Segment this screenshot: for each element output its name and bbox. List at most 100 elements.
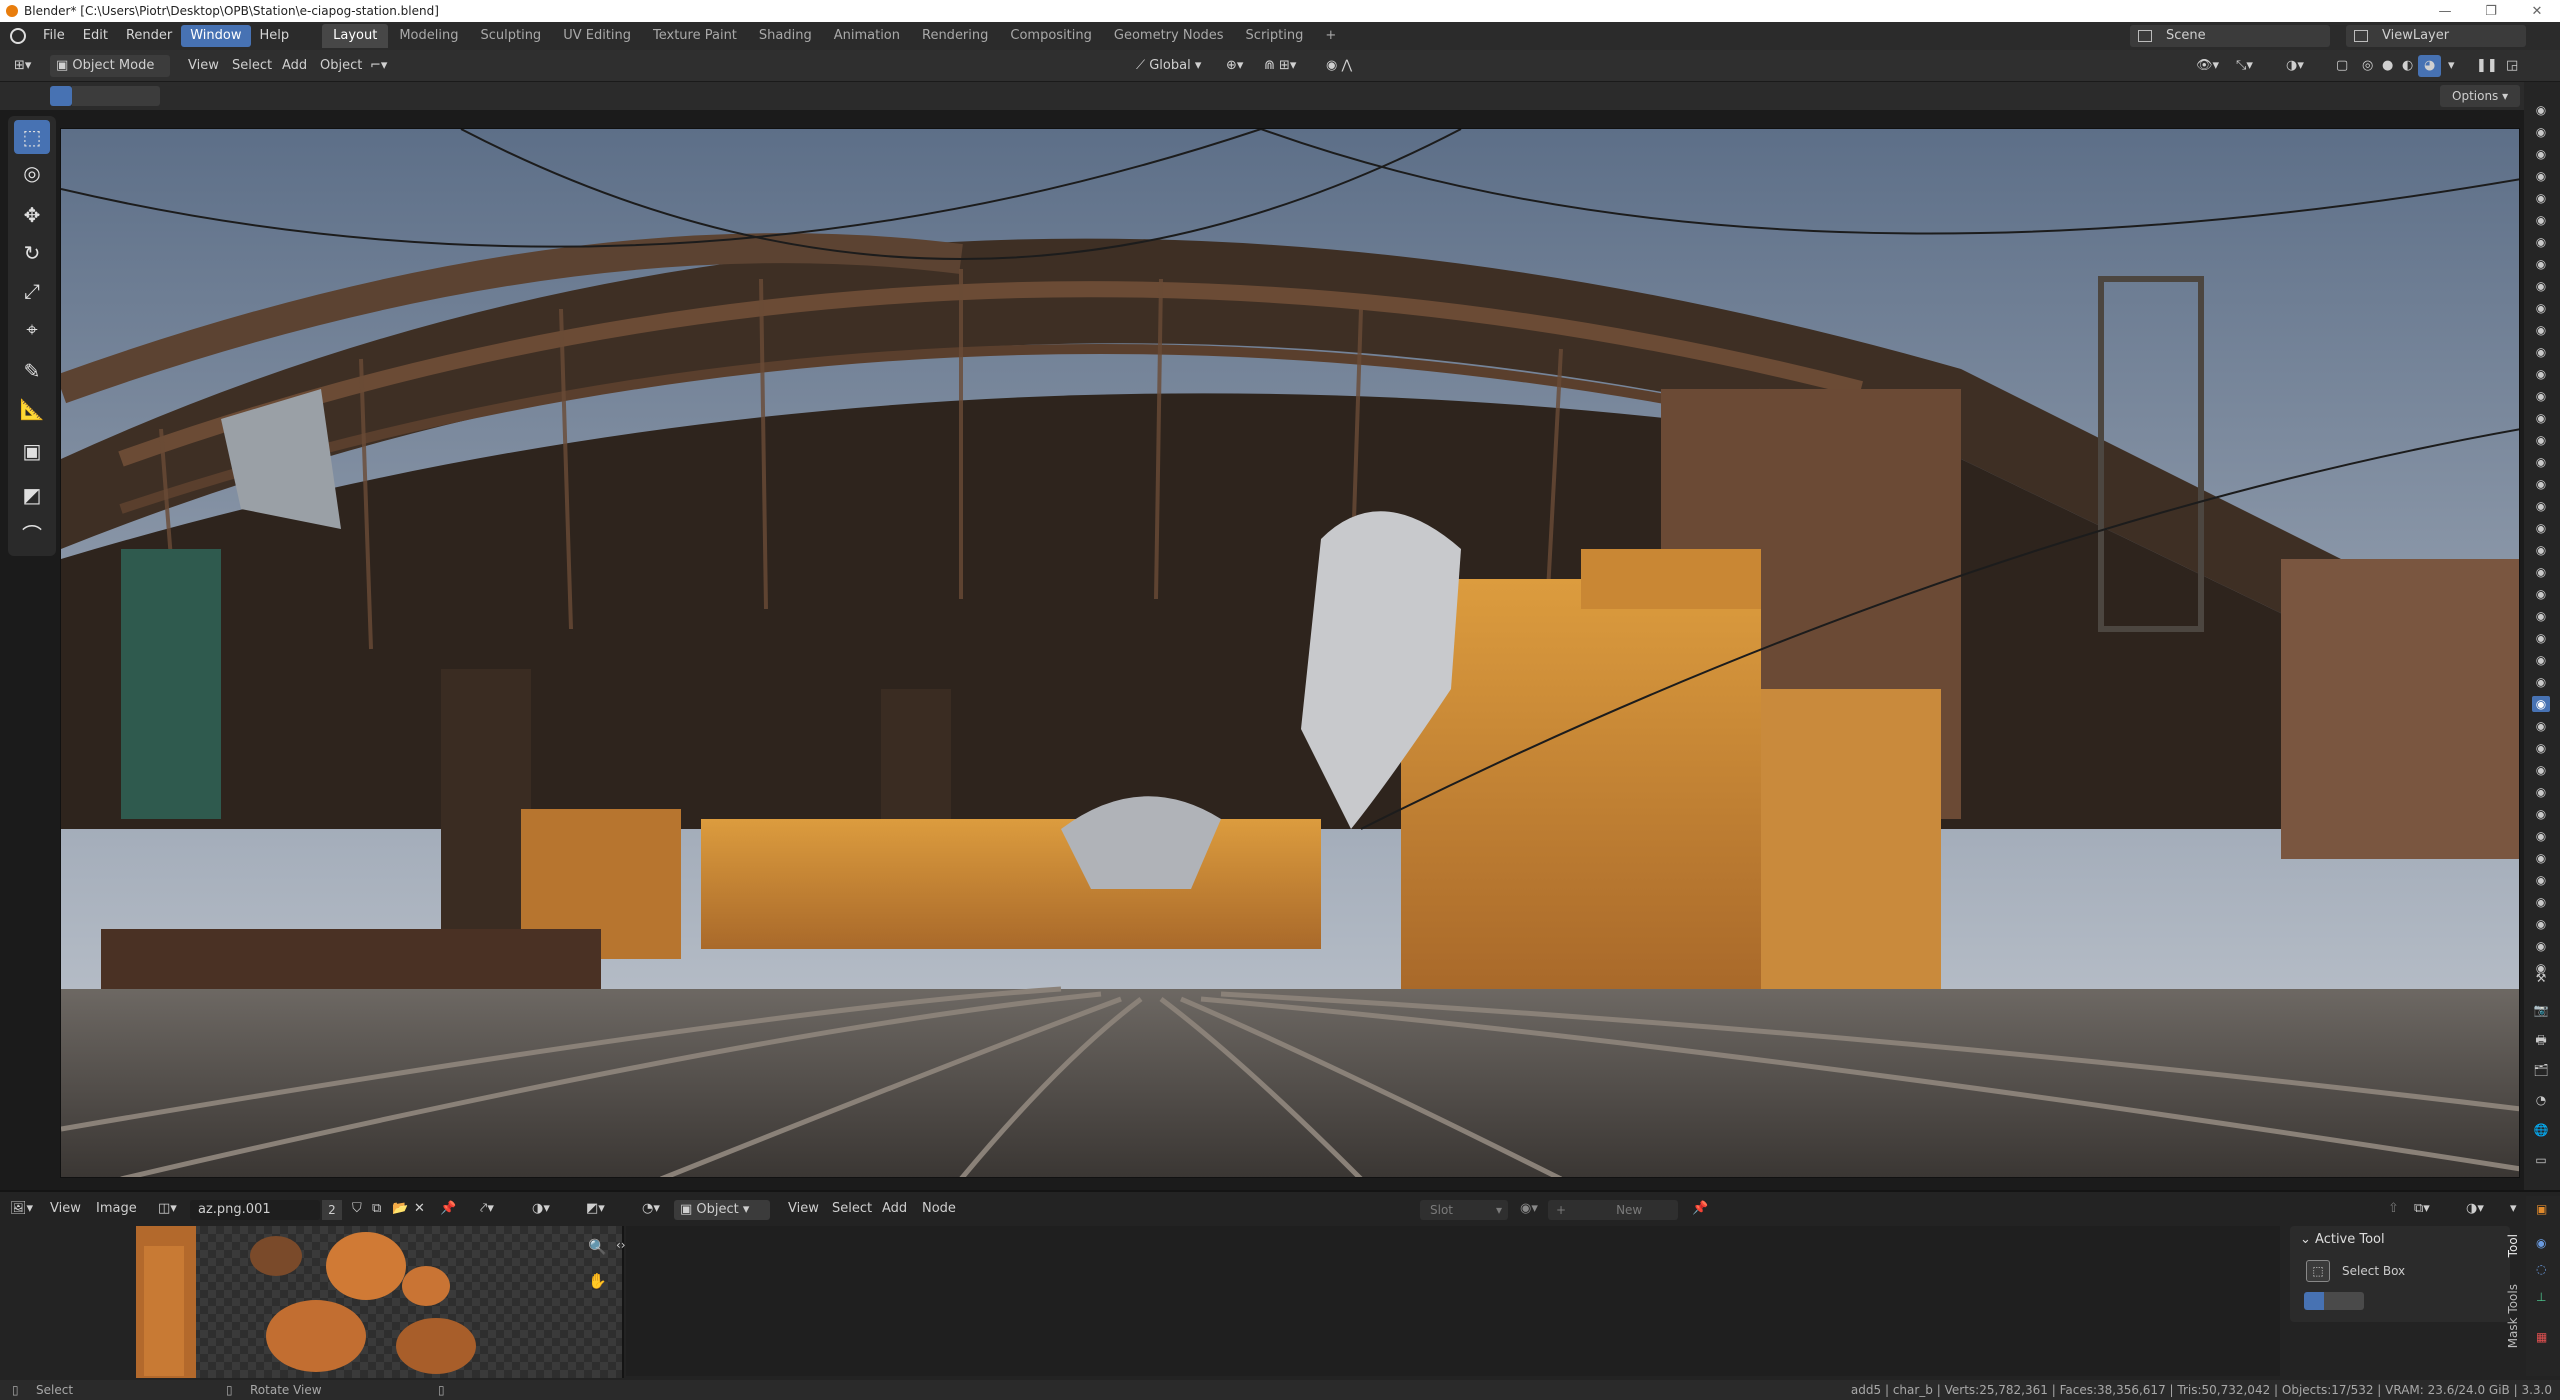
tool-mode-extend-icon[interactable] — [2324, 1292, 2344, 1310]
camera-toggle-icon[interactable]: ◉ — [2532, 806, 2550, 822]
node-node-menu[interactable]: Node — [916, 1196, 962, 1222]
tab-scripting[interactable]: Scripting — [1235, 24, 1315, 48]
tab-uv-editing[interactable]: UV Editing — [552, 24, 642, 48]
new-image-icon[interactable]: ⧉ — [366, 1196, 387, 1222]
camera-toggle-icon[interactable]: ◉ — [2532, 300, 2550, 316]
camera-toggle-icon[interactable]: ◉ — [2532, 234, 2550, 250]
add-cube-tool-icon[interactable]: ▣ — [14, 434, 50, 468]
node-overlay-icon[interactable]: ◑▾ — [2460, 1196, 2490, 1222]
select-menu[interactable]: Select — [226, 55, 278, 77]
camera-toggle-icon[interactable]: ◉ — [2532, 410, 2550, 426]
image-name-field[interactable]: az.png.001 — [190, 1200, 320, 1220]
pivot-icon[interactable]: ⊕▾ — [1220, 55, 1249, 77]
uv-sync-icon[interactable]: ⤤▾ — [474, 1196, 500, 1222]
camera-toggle-icon[interactable]: ◉ — [2532, 388, 2550, 404]
camera-toggle-icon[interactable]: ◉ — [2532, 278, 2550, 294]
tab-animation[interactable]: Animation — [823, 24, 911, 48]
render-tab-icon[interactable]: 📷 — [2532, 1002, 2550, 1018]
tab-rendering[interactable]: Rendering — [911, 24, 999, 48]
tab-geometry-nodes[interactable]: Geometry Nodes — [1103, 24, 1235, 48]
blender-menu-icon[interactable] — [10, 28, 26, 44]
node-object-dropdown[interactable]: ▣ Object ▾ — [674, 1200, 770, 1220]
add-workspace-icon[interactable]: + — [1314, 24, 1347, 48]
node-pin-icon[interactable]: 📌 — [1686, 1196, 1714, 1222]
camera-toggle-icon[interactable]: ◉ — [2532, 762, 2550, 778]
zoom-icon[interactable]: 🔍 — [588, 1238, 607, 1256]
scene-selector[interactable]: Scene — [2130, 25, 2330, 47]
camera-toggle-icon[interactable]: ◉ — [2532, 784, 2550, 800]
shading-rendered-icon[interactable]: ◕ — [2418, 55, 2442, 77]
transform-tool-icon[interactable]: ⌖ — [14, 312, 50, 346]
move-tool-icon[interactable]: ✥ — [14, 198, 50, 232]
xray-icon[interactable]: ▢ — [2330, 55, 2354, 77]
tools-tab-icon[interactable]: ⚒ — [2532, 970, 2550, 986]
image-image-menu[interactable]: Image — [90, 1196, 143, 1222]
fake-user-icon[interactable]: ⛉ — [346, 1196, 368, 1222]
image-canvas[interactable] — [136, 1226, 622, 1378]
select-mode-intersect-icon[interactable] — [138, 86, 160, 106]
gizmo-icon[interactable]: ⤡▾ — [2230, 55, 2259, 77]
scene-tab-icon[interactable]: ◔ — [2532, 1092, 2550, 1108]
unlink-image-icon[interactable]: ✕ — [408, 1196, 431, 1222]
orientation-dropdown[interactable]: ⟋ Global ▾ — [1130, 55, 1216, 77]
material-browse-icon[interactable]: ◉▾ — [1514, 1196, 1544, 1222]
camera-toggle-icon[interactable]: ◉ — [2532, 652, 2550, 668]
camera-toggle-icon[interactable]: ◉ — [2532, 916, 2550, 932]
measure-tool-icon[interactable]: 📐 — [14, 392, 50, 426]
region-toggle-icon[interactable]: ◲ — [2500, 55, 2524, 77]
curve-tool-icon[interactable]: ⌒ — [14, 516, 50, 550]
minimize-icon[interactable]: — — [2422, 0, 2468, 22]
select-mode-set-icon[interactable] — [50, 86, 72, 106]
shading-options-icon[interactable]: ▾ — [2442, 55, 2461, 77]
image-overlay-icon[interactable]: ◑▾ — [526, 1196, 556, 1222]
menu-edit[interactable]: Edit — [74, 25, 117, 47]
view-menu[interactable]: View — [182, 55, 225, 77]
add-menu[interactable]: Add — [276, 55, 313, 77]
select-mode-extend-icon[interactable] — [72, 86, 94, 106]
view-layer-selector[interactable]: ViewLayer — [2346, 25, 2526, 47]
camera-toggle-icon[interactable]: ◉ — [2532, 168, 2550, 184]
pause-render-icon[interactable]: ❚❚ — [2470, 55, 2504, 77]
gizmo-dropdown-icon[interactable]: ⌐▾ — [364, 55, 393, 77]
tab-compositing[interactable]: Compositing — [999, 24, 1103, 48]
camera-toggle-icon[interactable]: ◉ — [2532, 542, 2550, 558]
pin-icon[interactable]: 📌 — [434, 1196, 462, 1222]
image-editor-type-icon[interactable]: 🖼▾ — [4, 1196, 39, 1222]
tool-mode-set-icon[interactable] — [2304, 1292, 2324, 1310]
camera-toggle-icon[interactable]: ◉ — [2532, 322, 2550, 338]
node-parent-icon[interactable]: ⇧ — [2382, 1196, 2405, 1222]
menu-file[interactable]: File — [34, 25, 74, 47]
tool-mode-subtract-icon[interactable] — [2344, 1292, 2364, 1310]
world-tab-icon[interactable]: ◉ — [2536, 1236, 2546, 1250]
camera-toggle-icon[interactable]: ◉ — [2532, 828, 2550, 844]
menu-render[interactable]: Render — [117, 25, 181, 47]
collection-tab-icon[interactable]: ▭ — [2532, 1152, 2550, 1168]
camera-toggle-icon[interactable]: ◉ — [2532, 124, 2550, 140]
tab-layout[interactable]: Layout — [322, 24, 389, 48]
camera-toggle-icon[interactable]: ◉ — [2532, 872, 2550, 888]
camera-toggle-icon[interactable]: ◉ — [2532, 102, 2550, 118]
node-snap-icon[interactable]: ⧉▾ — [2408, 1196, 2436, 1222]
menu-window[interactable]: Window — [181, 25, 251, 47]
node-select-menu[interactable]: Select — [826, 1196, 878, 1222]
constraints-tab-icon[interactable]: ⊥ — [2536, 1290, 2546, 1304]
mode-dropdown[interactable]: ▣ Object Mode ▾ — [50, 55, 170, 95]
image-browse-icon[interactable]: ◫▾ — [152, 1196, 183, 1222]
camera-toggle-icon[interactable]: ◉ — [2532, 212, 2550, 228]
menu-help[interactable]: Help — [251, 25, 299, 47]
tab-mask-tools[interactable]: Mask Tools — [2506, 1284, 2520, 1348]
world-tab-icon[interactable]: 🌐 — [2532, 1122, 2550, 1138]
camera-toggle-icon[interactable]: ◉ — [2532, 520, 2550, 536]
camera-toggle-icon[interactable]: ◉ — [2532, 432, 2550, 448]
camera-toggle-icon[interactable]: ◉ — [2532, 630, 2550, 646]
tab-tool[interactable]: Tool — [2506, 1234, 2520, 1257]
node-view-menu[interactable]: View — [782, 1196, 825, 1222]
node-backdrop-icon[interactable]: ▾ — [2504, 1196, 2523, 1222]
properties-tab-icon[interactable]: ▣ — [2536, 1202, 2547, 1216]
image-tool-icon[interactable]: ◩ — [14, 478, 50, 512]
image-view-menu[interactable]: View — [44, 1196, 87, 1222]
physics-tab-icon[interactable]: ◌ — [2536, 1262, 2546, 1276]
editor-type-icon[interactable]: ⊞▾ — [8, 55, 37, 77]
view-layer-tab-icon[interactable]: 🗂 — [2532, 1062, 2550, 1078]
active-tool-header[interactable]: ⌄ Active Tool — [2300, 1232, 2385, 1247]
